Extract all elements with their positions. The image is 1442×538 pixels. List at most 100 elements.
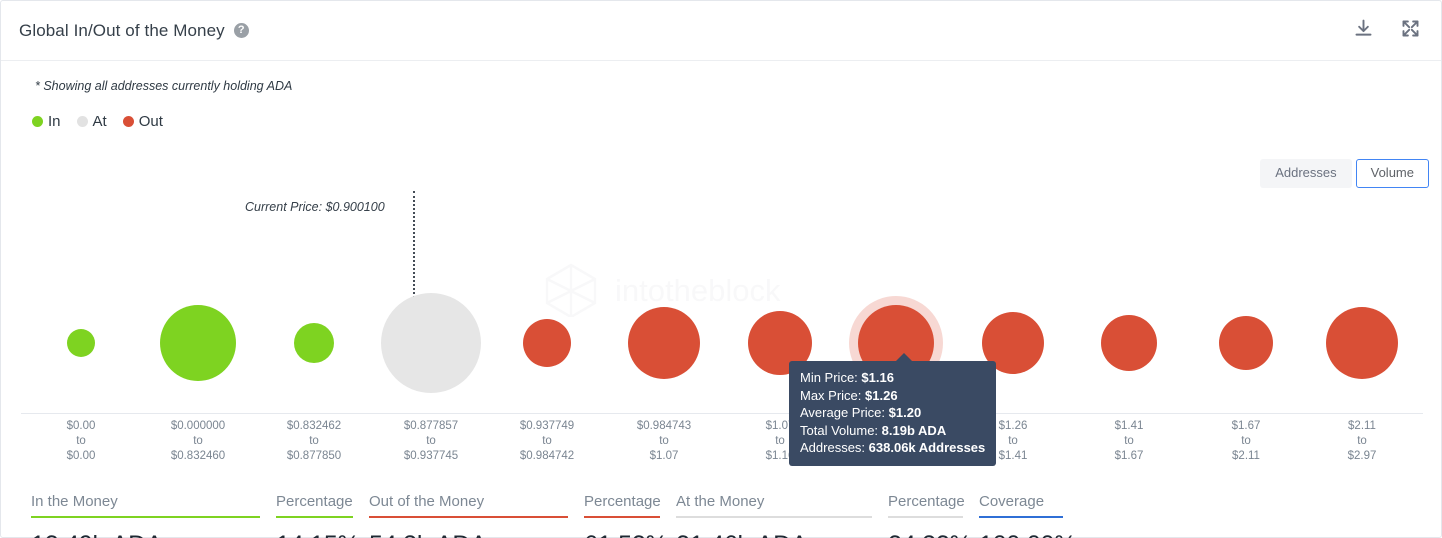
tooltip-value-average-price: $1.20: [889, 405, 922, 420]
x-axis-label-to-word: to: [287, 434, 341, 449]
tooltip-label-min-price: Min Price:: [800, 370, 858, 385]
stat-rule: [31, 516, 260, 518]
question-mark-icon[interactable]: ?: [234, 23, 249, 38]
x-axis-label-to-word: to: [637, 434, 691, 449]
x-axis-label-1: $0.000000to$0.832460: [171, 419, 225, 464]
stat-percentage-3: Percentage 61.52%: [584, 493, 676, 538]
stat-in-the-money-0: In the Money 12.49b ADA$11.24b: [31, 493, 276, 538]
tooltip-label-addresses: Addresses:: [800, 440, 865, 455]
legend-dot-out: [123, 116, 134, 127]
x-axis-label-4: $0.937749to$0.984742: [520, 419, 574, 464]
bubble-in-0[interactable]: [67, 329, 95, 357]
legend-dot-in: [32, 116, 43, 127]
stat-rule: [676, 516, 872, 518]
x-axis-labels: $0.00to$0.00$0.000000to$0.832460$0.83246…: [1, 419, 1442, 469]
x-axis-label-to-word: to: [999, 434, 1028, 449]
x-axis-label-to: $1.07: [637, 449, 691, 464]
stat-coverage-6: Coverage 100.00%: [979, 493, 1079, 538]
bubble-out-4[interactable]: [523, 319, 571, 367]
stat-label: Percentage: [888, 493, 979, 516]
tooltip-label-average-price: Average Price:: [800, 405, 885, 420]
bubble-out-5[interactable]: [628, 307, 700, 379]
legend-label-at: At: [93, 113, 107, 130]
stat-label: In the Money: [31, 493, 276, 516]
tooltip-label-max-price: Max Price:: [800, 388, 861, 403]
x-axis-label-2: $0.832462to$0.877850: [287, 419, 341, 464]
chart-legend: In At Out: [32, 113, 172, 130]
global-in-out-of-the-money-widget: Global In/Out of the Money ? * Showing a…: [0, 0, 1442, 538]
bubble-in-1[interactable]: [160, 305, 236, 381]
stat-value: 14.15%: [276, 531, 369, 538]
footnote: * Showing all addresses currently holdin…: [35, 79, 292, 93]
x-axis-label-to: $0.00: [67, 449, 96, 464]
stat-value: 12.49b ADA$11.24b: [31, 531, 276, 538]
x-axis-label-from: $0.984743: [637, 419, 691, 434]
tooltip-row-min-price: Min Price: $1.16: [800, 369, 985, 387]
stat-rule: [584, 516, 660, 518]
x-axis-label-10: $1.67to$2.11: [1232, 419, 1261, 464]
svg-text:intotheblock: intotheblock: [615, 273, 781, 308]
stat-label: Coverage: [979, 493, 1079, 516]
stat-at-the-money-4: At the Money21.46b ADA$19.32b: [676, 493, 888, 538]
metric-toggle-group: Addresses Volume: [1260, 159, 1429, 188]
stat-label: Percentage: [276, 493, 369, 516]
stat-out-of-the-money-2: Out of the Money 54.3b ADA$48.87b: [369, 493, 584, 538]
stat-label: Percentage: [584, 493, 676, 516]
x-axis-label-to: $1.41: [999, 449, 1028, 464]
x-axis-label-from: $1.41: [1115, 419, 1144, 434]
bubble-out-9[interactable]: [1101, 315, 1157, 371]
x-axis-label-to: $0.877850: [287, 449, 341, 464]
intotheblock-watermark: intotheblock: [541, 259, 871, 322]
tooltip-label-total-volume: Total Volume:: [800, 423, 878, 438]
toggle-volume-button[interactable]: Volume: [1356, 159, 1429, 188]
widget-body: * Showing all addresses currently holdin…: [1, 61, 1441, 538]
stat-rule: [369, 516, 568, 518]
x-axis-label-from: $2.11: [1348, 419, 1377, 434]
tooltip-row-addresses: Addresses: 638.06k Addresses: [800, 439, 985, 457]
legend-item-at[interactable]: At: [77, 113, 107, 130]
x-axis-label-11: $2.11to$2.97: [1348, 419, 1377, 464]
x-axis-label-from: $0.877857: [404, 419, 458, 434]
x-axis-label-from: $0.937749: [520, 419, 574, 434]
current-price-label: Current Price: $0.900100: [245, 200, 385, 214]
stat-value: 21.46b ADA$19.32b: [676, 531, 888, 538]
download-icon[interactable]: [1353, 18, 1374, 44]
tooltip-row-total-volume: Total Volume: 8.19b ADA: [800, 422, 985, 440]
legend-item-in[interactable]: In: [32, 113, 61, 130]
page-title: Global In/Out of the Money: [19, 21, 225, 41]
bubble-out-10[interactable]: [1219, 316, 1273, 370]
x-axis-label-9: $1.41to$1.67: [1115, 419, 1144, 464]
expand-icon[interactable]: [1400, 18, 1421, 44]
bubble-tooltip: Min Price: $1.16 Max Price: $1.26 Averag…: [789, 361, 996, 466]
bubble-chart: intotheblock Current Price: $0.900100: [1, 191, 1442, 426]
x-axis-label-to: $0.832460: [171, 449, 225, 464]
x-axis-label-to: $2.11: [1232, 449, 1261, 464]
x-axis-label-from: $0.000000: [171, 419, 225, 434]
x-axis-label-from: $1.67: [1232, 419, 1261, 434]
stat-value: 24.32%: [888, 531, 979, 538]
bubble-out-11[interactable]: [1326, 307, 1398, 379]
stat-rule: [276, 516, 353, 518]
bubble-in-2[interactable]: [294, 323, 334, 363]
x-axis-label-to: $2.97: [1348, 449, 1377, 464]
stat-value: 54.3b ADA$48.87b: [369, 531, 584, 538]
legend-dot-at: [77, 116, 88, 127]
tooltip-arrow: [895, 353, 913, 362]
stat-value: 100.00%: [979, 531, 1079, 538]
stat-label: Out of the Money: [369, 493, 584, 516]
x-axis-label-from: $1.26: [999, 419, 1028, 434]
stat-value: 61.52%: [584, 531, 676, 538]
x-axis-label-to: $0.984742: [520, 449, 574, 464]
toggle-addresses-button[interactable]: Addresses: [1260, 159, 1351, 188]
bubble-at-3[interactable]: [381, 293, 481, 393]
tooltip-value-min-price: $1.16: [861, 370, 894, 385]
x-axis-label-to: $1.67: [1115, 449, 1144, 464]
x-axis-label-to-word: to: [1115, 434, 1144, 449]
tooltip-row-average-price: Average Price: $1.20: [800, 404, 985, 422]
x-axis-label-to-word: to: [404, 434, 458, 449]
legend-label-out: Out: [139, 113, 163, 130]
summary-stats: In the Money 12.49b ADA$11.24b Percentage 1…: [1, 493, 1442, 538]
x-axis-label-from: $0.00: [67, 419, 96, 434]
legend-item-out[interactable]: Out: [123, 113, 163, 130]
x-axis-label-to-word: to: [67, 434, 96, 449]
